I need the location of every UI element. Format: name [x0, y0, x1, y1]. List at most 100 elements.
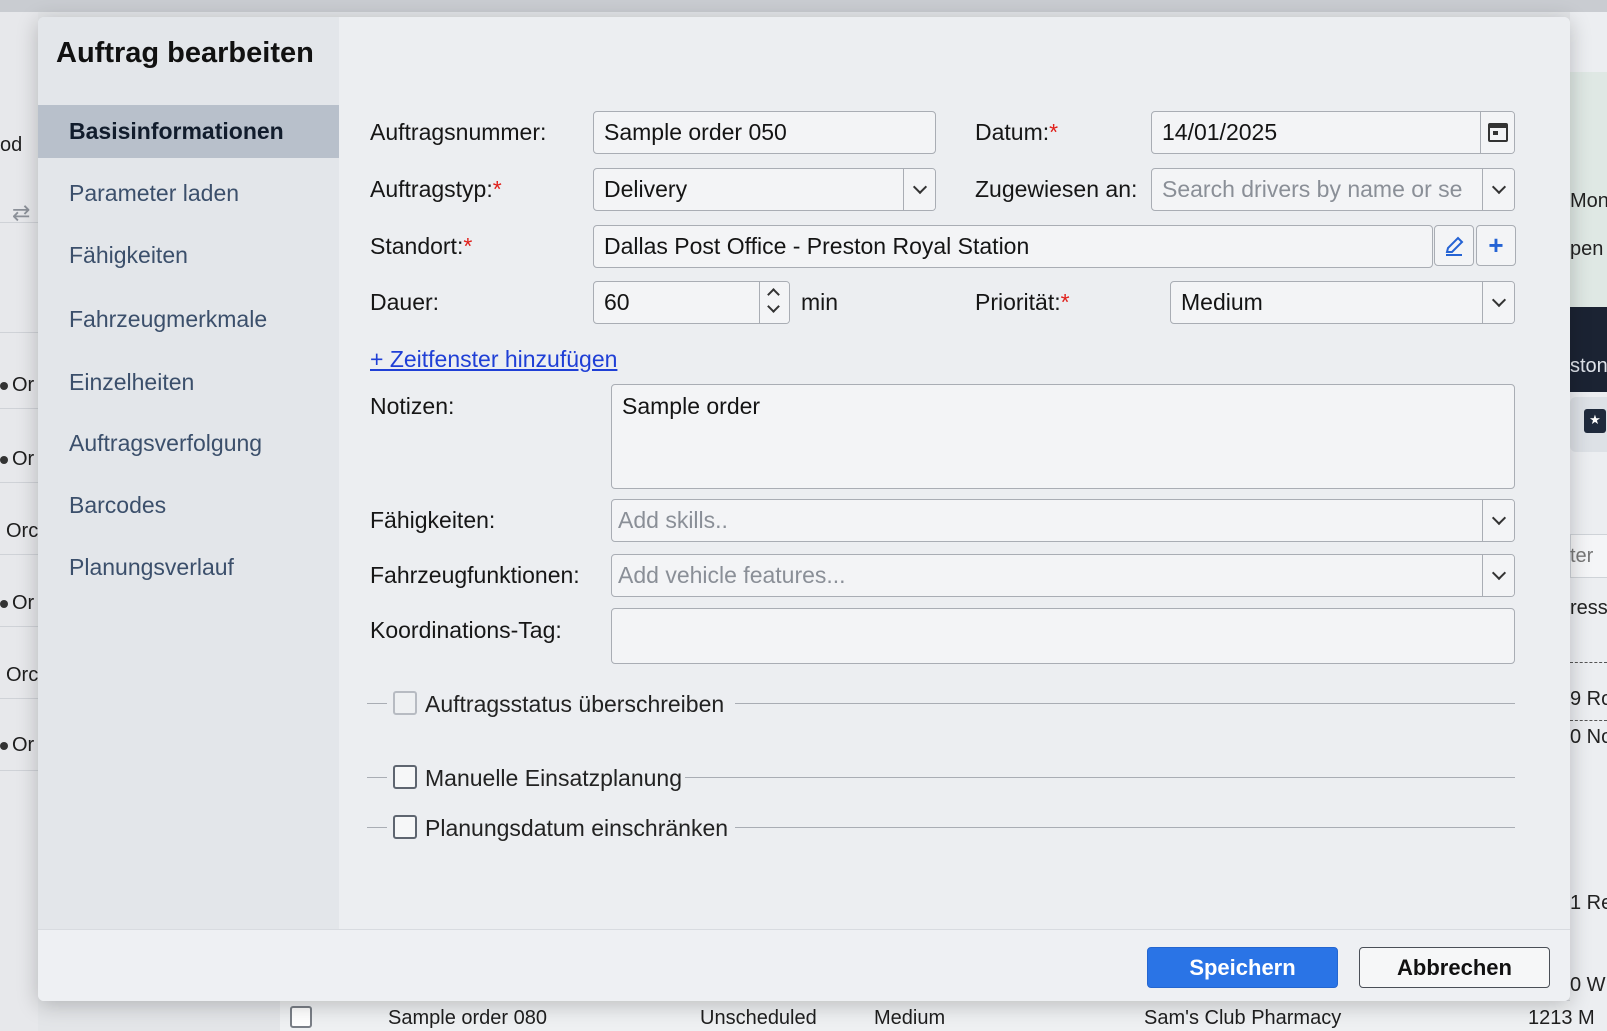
background-list-item[interactable]: Or — [0, 374, 34, 397]
location-label: Standort:* — [370, 233, 473, 259]
status-dot-icon — [0, 599, 8, 608]
nav-item-load-parameters[interactable]: Parameter laden — [38, 167, 339, 220]
edit-order-dialog: Auftrag bearbeiten Basisinformationen Pa… — [38, 17, 1570, 1001]
assigned-to-label: Zugewiesen an: — [975, 176, 1138, 202]
nav-item-order-tracking[interactable]: Auftragsverfolgung — [38, 417, 339, 470]
duration-unit: min — [801, 289, 839, 315]
notes-label: Notizen: — [370, 393, 455, 419]
order-number-input[interactable]: Sample order 050 — [593, 111, 936, 154]
dialog-sidebar: Auftrag bearbeiten Basisinformationen Pa… — [38, 17, 339, 929]
notes-textarea[interactable]: Sample order — [611, 384, 1515, 489]
calendar-button[interactable] — [1480, 112, 1514, 153]
priority-select[interactable]: Medium — [1170, 281, 1515, 324]
divider — [0, 770, 38, 771]
skills-select[interactable]: Add skills.. — [611, 499, 1515, 542]
divider — [735, 827, 1515, 828]
chevron-down-icon[interactable] — [767, 300, 780, 313]
duration-label: Dauer: — [370, 289, 440, 315]
row-checkbox[interactable] — [290, 1006, 312, 1028]
dialog-title: Auftrag bearbeiten — [56, 37, 314, 69]
table-cell: Unscheduled — [700, 1007, 817, 1029]
date-input[interactable]: 14/01/2025 — [1151, 111, 1515, 154]
order-type-label: Auftragstyp:* — [370, 176, 502, 202]
add-location-button[interactable]: + — [1476, 225, 1516, 266]
background-text: 0 No — [1570, 726, 1607, 748]
nav-item-planning-history[interactable]: Planungsverlauf — [38, 541, 339, 594]
skills-label: Fähigkeiten: — [370, 507, 496, 533]
divider — [367, 703, 387, 704]
coordination-tag-label: Koordinations-Tag: — [370, 617, 562, 643]
order-type-select[interactable]: Delivery — [593, 168, 936, 211]
divider — [685, 777, 1515, 778]
vehicle-features-label: Fahrzeugfunktionen: — [370, 562, 580, 588]
restrict-planning-date-checkbox[interactable] — [393, 815, 417, 839]
date-label: Datum:* — [975, 119, 1059, 145]
assigned-driver-search[interactable]: Search drivers by name or se — [1151, 168, 1515, 211]
background-table-row[interactable]: Sample order 080 Unscheduled Medium Sam'… — [280, 1000, 1595, 1031]
divider — [367, 827, 387, 828]
star-icon: ★ — [1584, 409, 1606, 433]
divider — [0, 554, 38, 555]
duration-stepper[interactable] — [759, 282, 789, 323]
save-button[interactable]: Speichern — [1147, 947, 1338, 988]
chevron-down-icon[interactable] — [903, 169, 935, 210]
nav-item-details[interactable]: Einzelheiten — [38, 356, 339, 409]
divider — [367, 777, 387, 778]
table-cell: 1213 M — [1528, 1007, 1595, 1029]
dialog-form: Auftragsnummer: Sample order 050 Datum:*… — [339, 17, 1570, 929]
divider — [0, 626, 38, 627]
restrict-planning-date-label: Planungsdatum einschränken — [425, 815, 729, 841]
duration-input[interactable]: 60 — [593, 281, 790, 324]
table-cell: Sample order 080 — [388, 1007, 547, 1029]
plus-icon: + — [1488, 230, 1504, 260]
vehicle-features-select[interactable]: Add vehicle features... — [611, 554, 1515, 597]
background-top-bar — [0, 0, 1607, 12]
manual-scheduling-checkbox[interactable] — [393, 765, 417, 789]
pencil-icon — [1445, 236, 1464, 256]
background-right-panel: Mont pen ston ★ ter ress 9 Ro 0 No 1 Re … — [1570, 12, 1607, 1031]
location-input[interactable]: Dallas Post Office - Preston Royal Stati… — [593, 225, 1433, 268]
background-dark-panel — [1570, 307, 1607, 392]
dialog-footer: Speichern Abbrechen — [38, 929, 1570, 1001]
divider — [735, 703, 1515, 704]
override-status-label: Auftragsstatus überschreiben — [425, 691, 725, 717]
divider — [0, 222, 38, 223]
background-left-list: od ⇄ Or Or Orc Or Orc Or — [0, 12, 38, 1031]
divider — [0, 482, 38, 483]
calendar-icon — [1487, 123, 1508, 142]
background-list-item[interactable]: Or — [0, 448, 34, 471]
status-dot-icon — [0, 381, 8, 390]
status-dot-icon — [0, 741, 8, 750]
override-status-checkbox[interactable] — [393, 691, 417, 715]
chevron-down-icon[interactable] — [1482, 282, 1514, 323]
background-list-item[interactable]: Orc — [6, 664, 38, 687]
background-text: 0 W — [1570, 974, 1606, 996]
coordination-tag-input[interactable] — [611, 608, 1515, 664]
divider — [0, 408, 38, 409]
divider — [1570, 662, 1607, 663]
status-dot-icon — [0, 455, 8, 464]
edit-location-button[interactable] — [1434, 225, 1474, 266]
order-number-label: Auftragsnummer: — [370, 119, 547, 145]
nav-item-barcodes[interactable]: Barcodes — [38, 479, 339, 532]
chevron-down-icon[interactable] — [1482, 500, 1514, 541]
nav-item-basic-info[interactable]: Basisinformationen — [38, 105, 339, 158]
chevron-down-icon[interactable] — [1482, 555, 1514, 596]
divider — [0, 698, 38, 699]
background-list-item[interactable]: Orc — [6, 520, 38, 543]
nav-item-skills[interactable]: Fähigkeiten — [38, 229, 339, 282]
background-list-item[interactable]: Or — [0, 592, 34, 615]
background-star-button[interactable]: ★ — [1570, 397, 1607, 452]
background-list-text: od — [0, 134, 23, 156]
divider — [0, 332, 38, 333]
table-cell: Medium — [874, 1007, 946, 1029]
chevron-up-icon[interactable] — [767, 288, 780, 301]
manual-scheduling-label: Manuelle Einsatzplanung — [425, 765, 683, 791]
add-time-window-link[interactable]: + Zeitfenster hinzufügen — [370, 346, 617, 373]
background-list-item[interactable]: Or — [0, 734, 34, 757]
chevron-down-icon[interactable] — [1482, 169, 1514, 210]
nav-item-vehicle-features[interactable]: Fahrzeugmerkmale — [38, 293, 339, 346]
cancel-button[interactable]: Abbrechen — [1359, 947, 1550, 988]
background-text: ter — [1570, 545, 1594, 567]
priority-label: Priorität:* — [975, 289, 1070, 315]
